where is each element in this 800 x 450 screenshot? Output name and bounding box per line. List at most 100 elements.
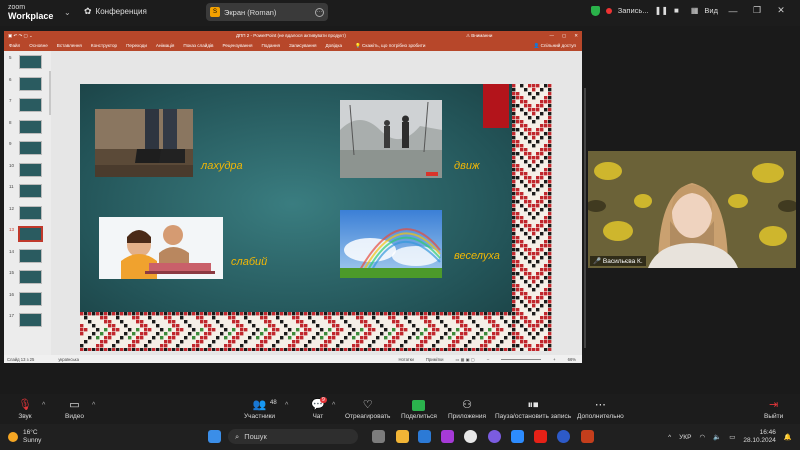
share-screen-button[interactable]: Поделиться [401,398,437,420]
ribbon-tab[interactable]: Конструктор [91,43,117,48]
slide-thumbnail-number: 13 [9,227,15,232]
participants-count: 48 [270,400,277,406]
chat-options-chevron[interactable]: ^ [332,402,335,409]
tray-chevron-icon[interactable]: ^ [668,434,671,441]
ribbon-tab[interactable]: Подання [261,43,280,48]
weather-widget[interactable]: 16°C Sunny [8,429,41,445]
view-label[interactable]: Вид [704,6,718,15]
slide-thumbnail-number: 16 [9,291,15,297]
battery-icon[interactable]: ▭ [729,433,735,441]
slide-thumbnail[interactable]: 10 [9,162,49,181]
zoom-plus-icon[interactable]: + [553,357,555,362]
slide-canvas[interactable]: лахудра движ слабий веселуха [80,84,552,351]
apps-button[interactable]: ⚇ Приложения [448,398,486,420]
recording-label[interactable]: Запись... [618,6,649,15]
view-buttons[interactable]: ▭ ▦ ▣ ▢ [455,357,474,362]
chevron-down-icon[interactable]: ⌄ [64,8,71,17]
stop-icon[interactable]: ■ [674,6,679,15]
shield-icon[interactable] [590,5,600,16]
ppt-share-button[interactable]: 👤 Спільний доступ [534,43,576,49]
slide-thumbnail[interactable]: 7 [9,98,49,116]
slide-thumbnail[interactable]: 5 [9,55,49,73]
weather-condition: Sunny [23,437,42,444]
react-button[interactable]: ♡ Отреагировать [345,398,390,420]
ribbon-tab[interactable]: Рецензування [223,43,253,48]
ppt-warning: ⚠ Вниманни [466,32,493,38]
ppt-quick-access[interactable]: ▣ ↶ ↷ ▢ ⌄ [8,33,33,39]
slide-thumbnail[interactable]: 17 [9,313,49,331]
ribbon-tab[interactable]: Анімація [156,43,174,48]
slide-thumbnail[interactable]: 12 [9,205,49,224]
slide-thumbnail[interactable]: 11 [9,184,49,202]
audio-button[interactable]: 🎙 Звук [18,398,32,420]
slide-thumbnail[interactable]: 6 [9,76,49,95]
slide-thumbnail[interactable]: 16 [9,291,49,310]
zoom-taskbar-icon[interactable] [511,430,524,443]
thumbnail-scrollbar[interactable] [49,71,51,115]
app-icon[interactable] [557,430,570,443]
zoom-slider[interactable] [501,358,542,360]
ppt-maximize-icon[interactable]: ▢ [562,33,566,39]
file-explorer-icon[interactable] [396,430,409,443]
slide-thumbnail[interactable]: 8 [9,119,49,138]
slide-thumbnail-number: 10 [9,162,15,168]
notifications-icon[interactable]: 🔔 [784,433,792,441]
store-icon[interactable] [441,430,454,443]
maximize-icon[interactable]: ❐ [748,5,766,16]
slide-thumbnail-number: 7 [9,98,12,103]
windows-start-icon[interactable] [208,430,221,443]
participant-video-tile[interactable]: 🎤 Васильєва К. [588,151,796,268]
leave-button[interactable]: ⇥ Выйти [764,398,783,420]
ribbon-tab[interactable]: Записування [289,43,316,48]
ribbon-tab[interactable]: Показ слайдів [183,43,213,48]
more-options-icon[interactable]: ··· [315,7,324,17]
screen-share-indicator[interactable]: S Экран (Roman) ··· [206,3,328,21]
ppt-close-icon[interactable]: ✕ [574,33,578,39]
pause-icon[interactable]: ❚❚ [655,6,668,15]
slide-thumbnail-image [19,98,42,112]
video-button[interactable]: ▭ Видео [65,398,84,420]
powerpoint-icon[interactable] [581,430,594,443]
keyboard-language[interactable]: УКР [679,434,691,441]
close-icon[interactable]: ✕ [772,5,790,16]
notes-button[interactable]: Нотатки [398,357,413,362]
youtube-icon[interactable] [534,430,547,443]
audio-options-chevron[interactable]: ^ [42,402,45,409]
slide-thumbnail[interactable]: 9 [9,141,49,159]
volume-icon[interactable]: 🔈 [713,433,721,441]
task-view-icon[interactable] [372,430,385,443]
zoom-minus-icon[interactable]: – [487,357,489,362]
ppt-vertical-scrollbar[interactable] [584,88,586,348]
minimize-icon[interactable]: — [724,6,742,16]
viber-icon[interactable] [488,430,501,443]
ribbon-tab[interactable]: Файл [9,43,20,48]
ribbon-tab[interactable]: Вставлення [57,43,82,48]
grid-view-icon[interactable]: ▦ [691,6,699,15]
taskbar-search[interactable]: ⌕ Пошук [228,429,358,444]
tell-me-box[interactable]: Скажіть, що потрібно зробити [362,43,425,48]
edge-icon[interactable] [418,430,431,443]
taskbar-clock[interactable]: 16:46 28.10.2024 [743,429,776,445]
ppt-window-buttons[interactable]: — ▢ ✕ [549,33,578,39]
slide-thumbnail[interactable]: 13 [9,226,49,245]
participants-options-chevron[interactable]: ^ [285,402,288,409]
wifi-icon[interactable]: ◠ [699,433,705,441]
comments-button[interactable]: Примітки [426,357,444,362]
slide-thumbnail[interactable]: 14 [9,248,49,267]
ribbon-tab[interactable]: Довідка [326,43,343,48]
zoom-level[interactable]: 66% [568,357,576,362]
sun-icon [8,432,18,442]
status-language[interactable]: українська [58,357,79,362]
conference-menu[interactable]: ✿ Конференция [84,6,147,17]
pause-stop-recording-button[interactable]: ⏸⏹ Пауза/остановить запись [495,398,571,420]
slide-thumbnail-image [19,291,42,306]
more-button[interactable]: ⋯ Дополнительно [577,398,624,420]
ribbon-tab[interactable]: Основне [29,43,48,48]
ppt-minimize-icon[interactable]: — [549,33,554,39]
chrome-icon[interactable] [464,430,477,443]
audio-label: Звук [18,413,32,420]
slide-thumbnail-number: 14 [9,248,15,254]
slide-thumbnail[interactable]: 15 [9,270,49,288]
ribbon-tab[interactable]: Переходи [126,43,147,48]
video-options-chevron[interactable]: ^ [92,402,95,409]
